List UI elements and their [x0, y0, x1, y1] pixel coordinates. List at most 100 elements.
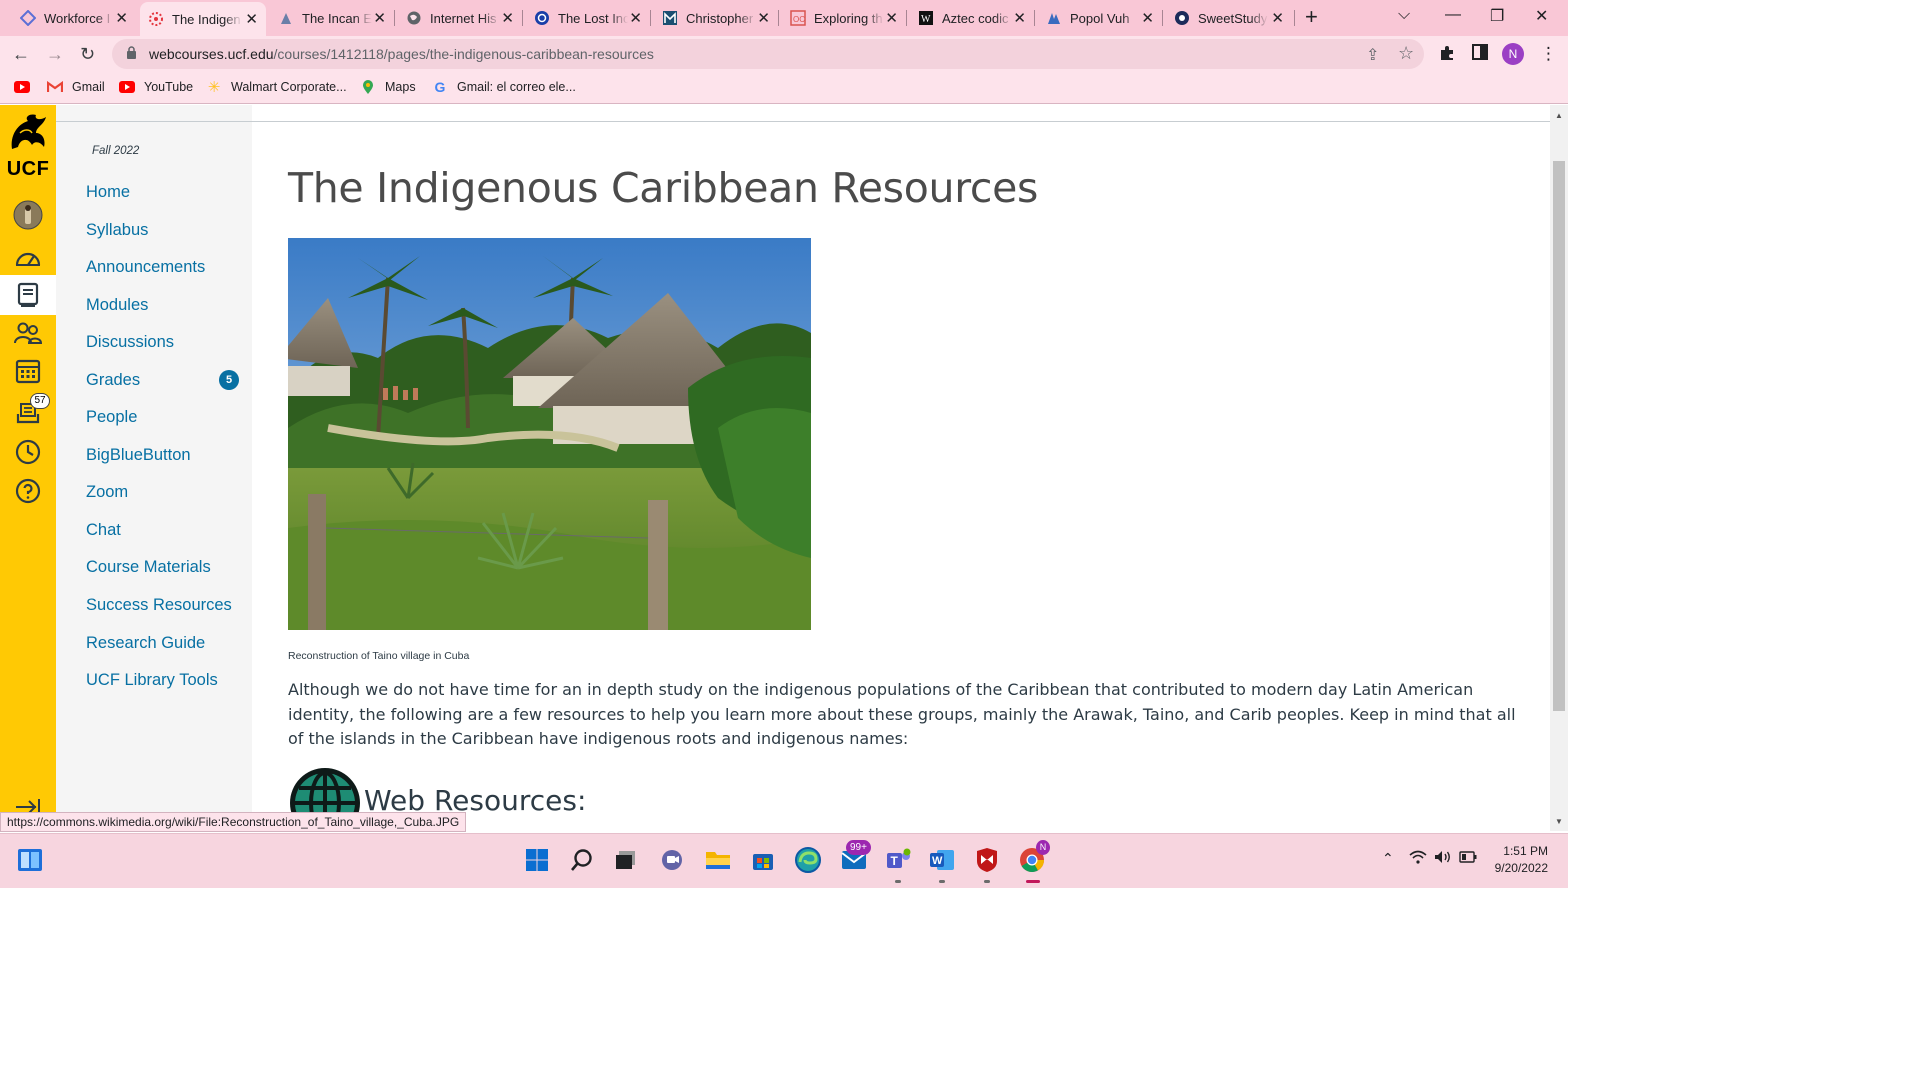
ucf-logo[interactable]: UCF — [3, 111, 53, 179]
tab-search-icon[interactable]: ⌵ — [1398, 6, 1410, 24]
close-icon[interactable]: ✕ — [115, 9, 128, 27]
chevron-up-icon[interactable]: ⌃ — [1382, 850, 1394, 867]
dashboard-icon[interactable] — [10, 239, 46, 275]
microsoft-store-icon[interactable] — [749, 846, 777, 874]
bookmark-maps[interactable]: Maps — [360, 79, 416, 95]
course-nav-announcements[interactable]: Announcements — [86, 258, 205, 277]
new-tab-icon[interactable]: + — [1305, 4, 1318, 30]
bookmark-item[interactable] — [14, 79, 39, 95]
task-view-icon[interactable] — [612, 846, 640, 874]
extensions-icon[interactable] — [1439, 44, 1456, 66]
browser-tab[interactable]: SweetStudy ✕ — [1166, 4, 1292, 32]
close-window-icon[interactable]: ✕ — [1535, 6, 1548, 26]
tab-separator — [1294, 10, 1295, 26]
close-icon[interactable]: ✕ — [885, 9, 898, 27]
close-icon[interactable]: ✕ — [1141, 9, 1154, 27]
bookmark-gmail[interactable]: Gmail — [47, 79, 105, 95]
course-nav-bigbluebutton[interactable]: BigBlueButton — [86, 446, 191, 465]
edge-icon[interactable] — [794, 846, 822, 874]
forward-icon[interactable]: → — [46, 44, 64, 65]
course-nav-success-resources[interactable]: Success Resources — [86, 596, 232, 615]
page-scrollbar[interactable]: ▲ ▼ — [1550, 105, 1568, 831]
scroll-down-icon[interactable]: ▼ — [1555, 817, 1563, 826]
browser-tab-active[interactable]: The Indigen ✕ — [140, 2, 266, 36]
widgets-icon[interactable] — [16, 846, 44, 874]
close-icon[interactable]: ✕ — [757, 9, 770, 27]
bookmark-gmail-es[interactable]: G Gmail: el correo ele... — [432, 79, 576, 95]
browser-tab[interactable]: Popol Vuh ✕ — [1038, 4, 1162, 32]
taino-village-photo[interactable] — [288, 238, 811, 630]
bookmark-walmart[interactable]: ✳ Walmart Corporate... — [206, 79, 347, 96]
menu-icon[interactable]: ⋮ — [1540, 44, 1557, 64]
tab-label: Popol Vuh — [1070, 10, 1130, 26]
back-icon[interactable]: ← — [12, 44, 30, 65]
browser-tab[interactable]: W Aztec codic ✕ — [910, 4, 1034, 32]
user-icon — [278, 10, 294, 26]
course-nav-home[interactable]: Home — [86, 183, 130, 202]
bookmark-label: Walmart Corporate... — [231, 80, 347, 94]
close-icon[interactable]: ✕ — [501, 9, 514, 27]
course-nav-research-guide[interactable]: Research Guide — [86, 634, 205, 653]
page-title: The Indigenous Caribbean Resources — [288, 164, 1039, 212]
scroll-up-icon[interactable]: ▲ — [1555, 111, 1563, 120]
system-clock[interactable]: 1:51 PM 9/20/2022 — [1488, 843, 1548, 877]
close-icon[interactable]: ✕ — [1013, 9, 1026, 27]
bookmark-star-icon[interactable]: ☆ — [1398, 43, 1414, 64]
bookmark-youtube[interactable]: YouTube — [119, 79, 193, 95]
battery-icon[interactable] — [1459, 850, 1477, 866]
course-nav-discussions[interactable]: Discussions — [86, 333, 174, 352]
close-icon[interactable]: ✕ — [629, 9, 642, 27]
groups-icon[interactable] — [10, 315, 46, 351]
windows-start-icon[interactable] — [523, 846, 551, 874]
mcafee-icon[interactable] — [973, 846, 1001, 874]
address-bar[interactable]: webcourses.ucf.edu/courses/1412118/pages… — [112, 39, 1424, 69]
side-panel-icon[interactable] — [1472, 44, 1488, 65]
course-nav-chat[interactable]: Chat — [86, 521, 121, 540]
course-navigation: Fall 2022 Home Syllabus Announcements Mo… — [56, 105, 252, 831]
course-nav-modules[interactable]: Modules — [86, 296, 148, 315]
course-nav-people[interactable]: People — [86, 408, 137, 427]
sweetstudy-icon — [1174, 10, 1190, 26]
tab-separator — [1034, 10, 1035, 26]
browser-tab[interactable]: The Lost Inc ✕ — [526, 4, 650, 32]
svg-text:W: W — [932, 855, 943, 867]
close-icon[interactable]: ✕ — [245, 10, 258, 28]
history-clock-icon[interactable] — [10, 434, 46, 470]
volume-icon[interactable] — [1434, 850, 1452, 867]
file-explorer-icon[interactable] — [704, 846, 732, 874]
reload-icon[interactable]: ↻ — [80, 44, 95, 65]
profile-avatar[interactable]: N — [1502, 43, 1524, 65]
search-icon[interactable] — [568, 846, 596, 874]
close-icon[interactable]: ✕ — [373, 9, 386, 27]
course-nav-course-materials[interactable]: Course Materials — [86, 558, 211, 577]
help-icon[interactable] — [10, 473, 46, 509]
running-indicator — [895, 880, 901, 883]
course-nav-syllabus[interactable]: Syllabus — [86, 221, 148, 240]
close-icon[interactable]: ✕ — [1271, 9, 1284, 27]
restore-icon[interactable]: ❐ — [1490, 6, 1504, 26]
teams-icon[interactable]: T — [884, 846, 912, 874]
ucf-canvas-icon — [148, 11, 164, 27]
wifi-icon[interactable] — [1409, 850, 1427, 867]
scrollbar-thumb[interactable] — [1553, 161, 1565, 711]
url-path: /courses/1412118/pages/the-indigenous-ca… — [273, 46, 654, 62]
running-indicator — [939, 880, 945, 883]
browser-tab[interactable]: The Incan E ✕ — [270, 4, 394, 32]
browser-tab[interactable]: Workforce I ✕ — [12, 4, 136, 32]
youtube-icon — [14, 79, 30, 95]
browser-tab[interactable]: Christopher ✕ — [654, 4, 778, 32]
course-nav-zoom[interactable]: Zoom — [86, 483, 128, 502]
share-icon[interactable]: ⇪ — [1366, 45, 1379, 65]
chat-icon[interactable] — [658, 846, 686, 874]
browser-tab[interactable]: OC Exploring th ✕ — [782, 4, 906, 32]
google-icon: G — [434, 79, 446, 95]
course-nav-grades[interactable]: Grades — [86, 371, 140, 390]
course-nav-ucf-library-tools[interactable]: UCF Library Tools — [86, 671, 218, 690]
courses-icon[interactable] — [0, 275, 56, 315]
account-avatar[interactable] — [10, 197, 46, 233]
minimize-icon[interactable]: — — [1445, 6, 1461, 24]
tab-separator — [522, 10, 523, 26]
calendar-icon[interactable] — [10, 353, 46, 389]
browser-tab[interactable]: Internet His ✕ — [398, 4, 522, 32]
word-icon[interactable]: W — [928, 846, 956, 874]
